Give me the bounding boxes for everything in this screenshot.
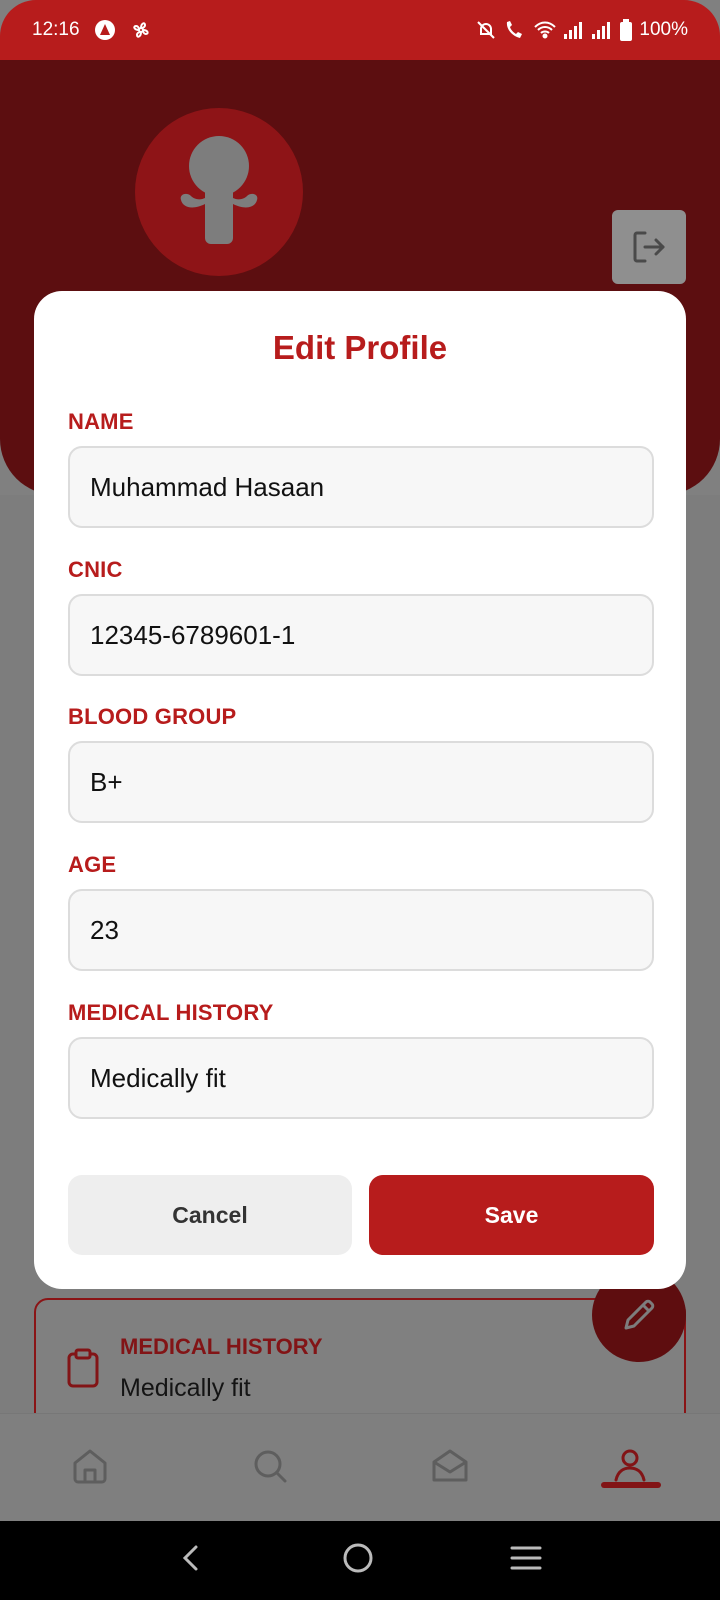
name-field[interactable] xyxy=(68,446,654,528)
blood-group-label: BLOOD GROUP xyxy=(68,704,237,729)
battery-percent: 100% xyxy=(639,19,688,40)
pencil-icon xyxy=(624,1299,655,1330)
history-card-title: MEDICAL HISTORY xyxy=(120,1334,323,1359)
nav-messages[interactable] xyxy=(420,1436,480,1496)
call-icon xyxy=(503,19,527,41)
logout-icon xyxy=(633,231,665,263)
clipboard-icon xyxy=(66,1348,100,1393)
save-button[interactable]: Save xyxy=(369,1175,654,1255)
home-circle-icon[interactable] xyxy=(341,1541,375,1580)
user-avatar-icon xyxy=(180,136,258,244)
edit-profile-dialog: Edit Profile NAME CNIC BLOOD GROUP AGE M… xyxy=(34,291,686,1289)
battery-icon xyxy=(619,19,633,41)
history-card-value: Medically fit xyxy=(120,1374,251,1402)
back-icon[interactable] xyxy=(177,1543,207,1578)
nav-home[interactable] xyxy=(60,1436,120,1496)
app-notification-icon xyxy=(94,19,116,41)
medical-history-field[interactable] xyxy=(68,1037,654,1119)
menu-icon[interactable] xyxy=(509,1543,543,1578)
nav-active-indicator xyxy=(601,1482,661,1488)
medical-history-card: MEDICAL HISTORY Medically fit xyxy=(34,1298,686,1428)
mute-icon xyxy=(475,19,497,41)
status-bar: 12:16 100% xyxy=(0,0,720,60)
cnic-field[interactable] xyxy=(68,594,654,676)
medical-history-label: MEDICAL HISTORY xyxy=(68,1000,274,1025)
bottom-nav xyxy=(0,1413,720,1521)
wifi-icon xyxy=(533,19,557,41)
status-time: 12:16 xyxy=(32,19,80,40)
nav-search[interactable] xyxy=(240,1436,300,1496)
search-icon xyxy=(254,1450,287,1483)
age-label: AGE xyxy=(68,852,117,877)
blood-group-field[interactable] xyxy=(68,741,654,823)
name-label: NAME xyxy=(68,409,134,434)
avatar xyxy=(135,108,303,276)
profile-icon xyxy=(614,1449,646,1482)
logout-button[interactable] xyxy=(612,210,686,284)
system-nav xyxy=(0,1521,720,1600)
cnic-label: CNIC xyxy=(68,557,123,582)
signal-icon xyxy=(563,20,585,40)
home-icon xyxy=(73,1449,107,1484)
age-field[interactable] xyxy=(68,889,654,971)
dialog-title: Edit Profile xyxy=(272,329,448,366)
fan-icon xyxy=(130,19,152,41)
cancel-button[interactable]: Cancel xyxy=(68,1175,352,1255)
signal-icon-2 xyxy=(591,20,613,40)
mail-icon xyxy=(432,1449,468,1482)
